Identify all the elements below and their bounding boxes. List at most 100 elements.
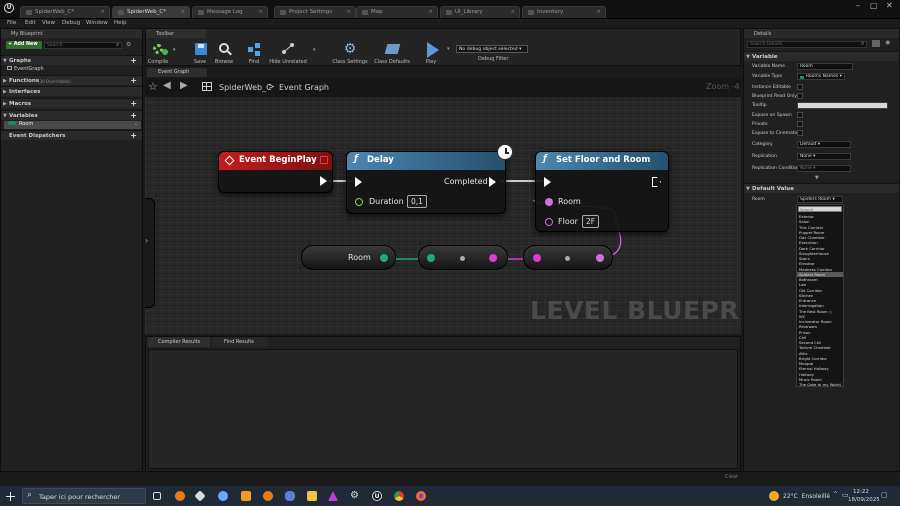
grid-view-icon[interactable] (872, 40, 880, 47)
dropdown-option[interactable]: The Gate to my World (799, 382, 841, 387)
dropdown-option[interactable]: Eternal Hallway (799, 366, 829, 371)
dropdown-option[interactable]: Restroom (799, 324, 817, 329)
close-window-icon[interactable]: ✕ (886, 1, 893, 10)
tab-map[interactable]: Map × (356, 6, 438, 18)
exec-out-pin[interactable] (320, 176, 327, 186)
exec-in-pin[interactable] (544, 177, 551, 187)
section-default-value[interactable]: ▼ Default Value (744, 183, 899, 193)
section-graphs[interactable]: ▼ Graphs + (1, 55, 142, 65)
variable-name-input[interactable]: Room (797, 63, 853, 70)
dropdown-option[interactable]: Old Corridor (799, 288, 822, 293)
variable-type-dropdown-icon[interactable]: ⌄ (134, 121, 138, 127)
menu-help[interactable]: Help (114, 20, 127, 26)
task-view-icon[interactable] (153, 492, 161, 500)
dropdown-option[interactable]: Puppet Room (799, 230, 824, 235)
class-defaults-button[interactable]: Class Defaults (372, 41, 412, 65)
dropdown-option[interactable]: Lab (799, 282, 806, 287)
section-macros[interactable]: ▶ Macros + (1, 98, 142, 108)
dropdown-option[interactable]: Execution (799, 240, 818, 245)
dropdown-option[interactable]: Gaz Chamber (799, 235, 825, 240)
close-icon[interactable]: × (596, 9, 601, 15)
dropdown-option[interactable]: Bright Corridor (799, 356, 827, 361)
add-graph-button[interactable]: + (130, 56, 137, 65)
completed-exec-pin[interactable] (489, 177, 496, 187)
add-variable-button[interactable]: + (130, 111, 137, 120)
tab-message-log[interactable]: Message Log × (192, 6, 268, 18)
node-set-floor-and-room[interactable]: ƒ Set Floor and Room Room Floor 2F (535, 151, 669, 232)
node-event-beginplay[interactable]: Event BeginPlay (218, 151, 333, 193)
dropdown-option[interactable]: Entrance (799, 298, 816, 303)
tab-find-results[interactable]: Find Results (212, 337, 268, 347)
firefox-icon[interactable] (416, 491, 426, 501)
settings-gear-icon[interactable]: ⚙ (350, 491, 360, 501)
blueprint-read-only-checkbox[interactable] (797, 93, 803, 99)
replication-condition-select[interactable]: None ▾ (797, 165, 851, 172)
duration-value-input[interactable]: 0,1 (407, 195, 427, 208)
convert-out-pin[interactable] (596, 254, 604, 262)
dropdown-option[interactable]: Salon (799, 219, 810, 224)
clock-time[interactable]: 12:22 (853, 489, 869, 495)
dropdown-option[interactable]: Slaughterhouse (799, 251, 829, 256)
node-convert-2[interactable] (523, 245, 613, 270)
dropdown-option[interactable]: Music Room (799, 377, 822, 382)
app-icon-orange[interactable] (241, 491, 251, 501)
unreal-engine-icon[interactable]: U (372, 491, 382, 501)
tab-ui-library[interactable]: UI_Library × (440, 6, 520, 18)
clear-button[interactable]: Clear (725, 474, 738, 480)
tab-spiderweb[interactable]: SpiderWeb_C* × (20, 6, 110, 18)
tab-spiderweb-active[interactable]: SpiderWeb_C* × (112, 6, 190, 18)
private-checkbox[interactable] (797, 121, 803, 127)
convert-out-pin[interactable] (489, 254, 497, 262)
duration-float-pin[interactable] (355, 198, 363, 206)
maximize-icon[interactable]: ▢ (870, 1, 878, 10)
dropdown-option[interactable]: Torture Chamber (799, 345, 831, 350)
class-settings-button[interactable]: ⚙ Class Settings (330, 41, 370, 65)
dropdown-option[interactable]: Hallway (799, 372, 814, 377)
add-new-button[interactable]: + Add New (6, 41, 42, 49)
menu-debug[interactable]: Debug (62, 20, 80, 26)
tab-inventory[interactable]: Inventory × (522, 6, 606, 18)
advanced-expand-icon[interactable]: ▼ (815, 175, 819, 181)
add-macro-button[interactable]: + (130, 99, 137, 108)
add-function-button[interactable]: + (130, 76, 137, 85)
tooltip-input[interactable] (797, 102, 888, 109)
category-select[interactable]: Default ▾ (797, 141, 851, 148)
dropdown-option[interactable]: The Best Room :) (799, 309, 832, 314)
section-functions[interactable]: ▶ Functions (30 Overridable) + (1, 75, 142, 85)
event-graph-item[interactable]: EventGraph (7, 66, 44, 72)
tab-project-settings[interactable]: Project Settings × (274, 6, 356, 18)
replication-select[interactable]: None ▾ (797, 153, 851, 160)
close-icon[interactable]: × (510, 9, 515, 15)
dropdown-option[interactable]: Spiders Room (797, 271, 843, 277)
taskbar-search-box[interactable]: ⌕ Taper ici pour rechercher (22, 488, 146, 504)
close-icon[interactable]: × (428, 9, 433, 15)
add-dispatcher-button[interactable]: + (130, 131, 137, 140)
section-variable[interactable]: ▼ Variable (744, 51, 899, 61)
dropdown-option[interactable]: Exterior (799, 214, 814, 219)
chrome-icon[interactable] (394, 491, 404, 501)
variable-item-room[interactable]: Room ⌄ (4, 121, 141, 129)
hide-unrelated-options-icon[interactable]: ▾ (313, 47, 316, 53)
dropdown-option[interactable]: Cell (799, 335, 806, 340)
expose-on-spawn-checkbox[interactable] (797, 112, 803, 118)
dropdown-option[interactable]: Bathroom (799, 277, 818, 282)
affinity-icon[interactable] (328, 491, 338, 501)
clock-date[interactable]: 18/09/2025 (848, 497, 880, 503)
blender-app-icon[interactable] (175, 491, 185, 501)
dropdown-option[interactable]: Stairs (799, 256, 810, 261)
convert-in-pin[interactable] (427, 254, 435, 262)
close-icon[interactable]: × (346, 9, 351, 15)
play-button[interactable]: Play (416, 41, 446, 65)
weather-text[interactable]: 22°C Ensoleillé (783, 493, 830, 500)
node-partial-left[interactable] (145, 198, 155, 308)
dropdown-option[interactable]: WC (799, 314, 805, 319)
node-delay[interactable]: ƒ Delay Completed Duration 0,1 (346, 151, 506, 214)
menu-window[interactable]: Window (86, 20, 108, 26)
dropdown-option[interactable]: Incinerator Room (799, 319, 832, 324)
delegate-pin-icon[interactable] (320, 156, 328, 164)
section-variables[interactable]: ▼ Variables + (1, 110, 142, 120)
expose-to-cinematics-checkbox[interactable] (797, 130, 803, 136)
windows-start-icon[interactable] (6, 492, 15, 501)
section-event-dispatchers[interactable]: Event Dispatchers + (1, 130, 142, 140)
gear-icon[interactable]: ⚙ (126, 41, 131, 48)
